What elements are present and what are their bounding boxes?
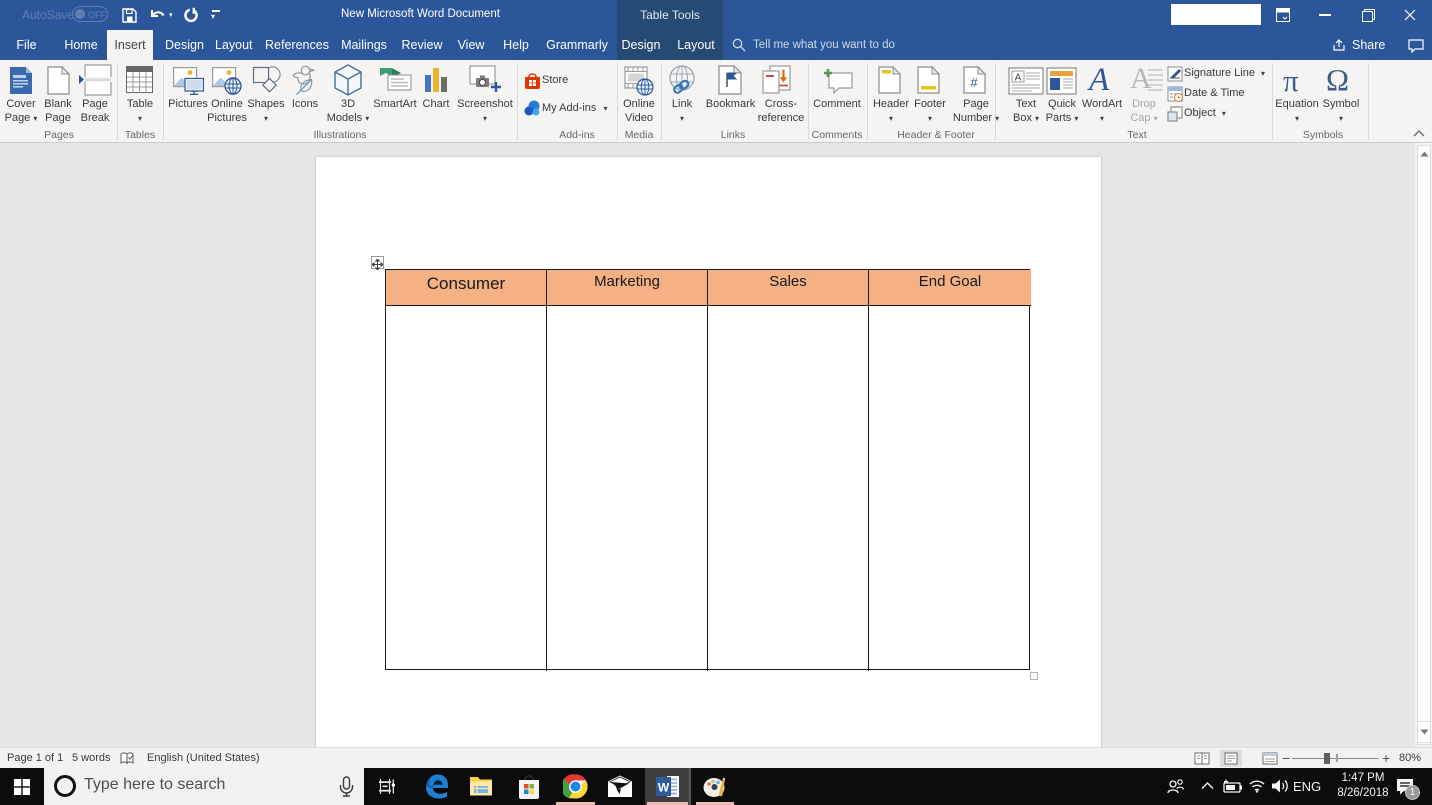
svg-text:W: W [658,781,670,795]
svg-text:A: A [1015,73,1022,84]
svg-text:#: # [970,75,978,90]
